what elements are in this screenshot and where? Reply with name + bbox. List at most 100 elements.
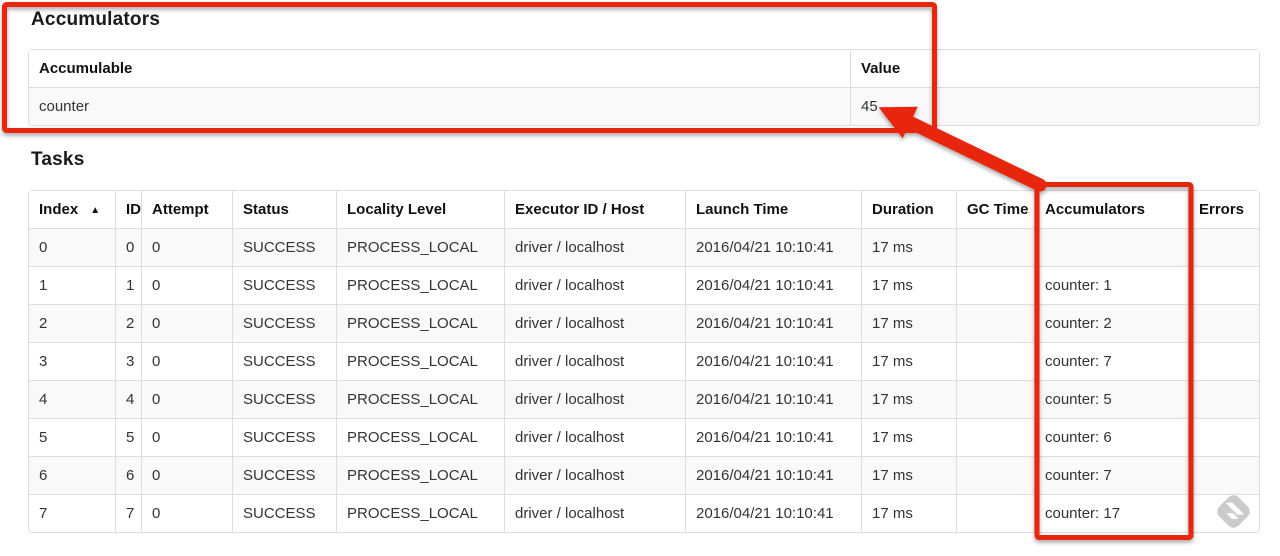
task-gc-time-cell	[956, 228, 1034, 266]
task-executor-cell: driver / localhost	[504, 266, 685, 304]
task-launch-time-cell: 2016/04/21 10:10:41	[685, 342, 861, 380]
task-row: 3 3 0 SUCCESS PROCESS_LOCAL driver / loc…	[29, 342, 1259, 380]
task-gc-time-cell	[956, 456, 1034, 494]
task-index-cell: 6	[29, 456, 115, 494]
task-launch-time-cell: 2016/04/21 10:10:41	[685, 418, 861, 456]
col-header-status[interactable]: Status	[232, 191, 336, 228]
task-attempt-cell: 0	[141, 494, 232, 532]
task-gc-time-cell	[956, 494, 1034, 532]
task-attempt-cell: 0	[141, 456, 232, 494]
task-status-cell: SUCCESS	[232, 228, 336, 266]
col-header-gc-time[interactable]: GC Time	[956, 191, 1034, 228]
task-attempt-cell: 0	[141, 304, 232, 342]
task-status-cell: SUCCESS	[232, 304, 336, 342]
task-locality-level-cell: PROCESS_LOCAL	[336, 266, 504, 304]
task-duration-cell: 17 ms	[861, 342, 956, 380]
task-errors-cell	[1188, 418, 1259, 456]
tasks-table-header-row: Index ▲ ID Attempt Status Locality Level …	[29, 191, 1259, 228]
task-accumulators-cell: counter: 17	[1034, 494, 1188, 532]
task-launch-time-cell: 2016/04/21 10:10:41	[685, 304, 861, 342]
task-executor-cell: driver / localhost	[504, 228, 685, 266]
task-launch-time-cell: 2016/04/21 10:10:41	[685, 266, 861, 304]
col-header-executor-id-host[interactable]: Executor ID / Host	[504, 191, 685, 228]
task-executor-cell: driver / localhost	[504, 494, 685, 532]
col-header-locality-level[interactable]: Locality Level	[336, 191, 504, 228]
task-status-cell: SUCCESS	[232, 456, 336, 494]
col-header-value: Value	[850, 50, 1259, 87]
task-id-cell: 2	[115, 304, 141, 342]
task-row: 6 6 0 SUCCESS PROCESS_LOCAL driver / loc…	[29, 456, 1259, 494]
tasks-table: Index ▲ ID Attempt Status Locality Level …	[28, 190, 1260, 533]
task-errors-cell	[1188, 380, 1259, 418]
task-duration-cell: 17 ms	[861, 304, 956, 342]
task-locality-level-cell: PROCESS_LOCAL	[336, 418, 504, 456]
task-gc-time-cell	[956, 342, 1034, 380]
task-errors-cell	[1188, 228, 1259, 266]
task-launch-time-cell: 2016/04/21 10:10:41	[685, 380, 861, 418]
accumulable-value-cell: 45	[850, 87, 1259, 125]
task-status-cell: SUCCESS	[232, 342, 336, 380]
col-header-launch-time[interactable]: Launch Time	[685, 191, 861, 228]
task-attempt-cell: 0	[141, 380, 232, 418]
task-executor-cell: driver / localhost	[504, 342, 685, 380]
task-attempt-cell: 0	[141, 266, 232, 304]
task-status-cell: SUCCESS	[232, 418, 336, 456]
task-row: 0 0 0 SUCCESS PROCESS_LOCAL driver / loc…	[29, 228, 1259, 266]
task-index-cell: 2	[29, 304, 115, 342]
task-locality-level-cell: PROCESS_LOCAL	[336, 228, 504, 266]
task-locality-level-cell: PROCESS_LOCAL	[336, 380, 504, 418]
tasks-section-heading: Tasks	[31, 149, 85, 170]
task-index-cell: 7	[29, 494, 115, 532]
task-index-cell: 5	[29, 418, 115, 456]
task-id-cell: 6	[115, 456, 141, 494]
task-errors-cell	[1188, 456, 1259, 494]
task-index-cell: 3	[29, 342, 115, 380]
task-executor-cell: driver / localhost	[504, 418, 685, 456]
task-row: 5 5 0 SUCCESS PROCESS_LOCAL driver / loc…	[29, 418, 1259, 456]
task-duration-cell: 17 ms	[861, 266, 956, 304]
task-duration-cell: 17 ms	[861, 380, 956, 418]
task-executor-cell: driver / localhost	[504, 456, 685, 494]
task-attempt-cell: 0	[141, 418, 232, 456]
col-header-accumulable: Accumulable	[29, 50, 850, 87]
task-index-cell: 0	[29, 228, 115, 266]
task-accumulators-cell: counter: 6	[1034, 418, 1188, 456]
task-id-cell: 0	[115, 228, 141, 266]
task-index-cell: 4	[29, 380, 115, 418]
task-status-cell: SUCCESS	[232, 494, 336, 532]
task-id-cell: 7	[115, 494, 141, 532]
task-gc-time-cell	[956, 266, 1034, 304]
col-header-errors[interactable]: Errors	[1188, 191, 1259, 228]
col-header-id[interactable]: ID	[115, 191, 141, 228]
task-locality-level-cell: PROCESS_LOCAL	[336, 456, 504, 494]
task-index-cell: 1	[29, 266, 115, 304]
task-executor-cell: driver / localhost	[504, 380, 685, 418]
task-row: 7 7 0 SUCCESS PROCESS_LOCAL driver / loc…	[29, 494, 1259, 532]
task-accumulators-cell: counter: 1	[1034, 266, 1188, 304]
task-locality-level-cell: PROCESS_LOCAL	[336, 304, 504, 342]
task-accumulators-cell: counter: 7	[1034, 342, 1188, 380]
accumulators-table: Accumulable Value counter 45	[28, 49, 1260, 126]
task-row: 1 1 0 SUCCESS PROCESS_LOCAL driver / loc…	[29, 266, 1259, 304]
task-accumulators-cell: counter: 7	[1034, 456, 1188, 494]
task-id-cell: 1	[115, 266, 141, 304]
col-header-index-label: Index	[39, 201, 79, 218]
task-launch-time-cell: 2016/04/21 10:10:41	[685, 228, 861, 266]
annotation-arrow	[878, 106, 1047, 192]
task-gc-time-cell	[956, 304, 1034, 342]
accumulators-section-heading: Accumulators	[31, 9, 161, 30]
col-header-index[interactable]: Index ▲	[29, 191, 115, 228]
sort-ascending-icon: ▲	[90, 205, 101, 216]
task-status-cell: SUCCESS	[232, 266, 336, 304]
spark-stage-detail-page: Accumulators Accumulable Value counter 4…	[0, 0, 1280, 556]
col-header-duration[interactable]: Duration	[861, 191, 956, 228]
task-errors-cell	[1188, 304, 1259, 342]
task-duration-cell: 17 ms	[861, 494, 956, 532]
task-locality-level-cell: PROCESS_LOCAL	[336, 494, 504, 532]
task-row: 4 4 0 SUCCESS PROCESS_LOCAL driver / loc…	[29, 380, 1259, 418]
task-id-cell: 5	[115, 418, 141, 456]
col-header-accumulators[interactable]: Accumulators	[1034, 191, 1188, 228]
col-header-attempt[interactable]: Attempt	[141, 191, 232, 228]
task-errors-cell	[1188, 342, 1259, 380]
task-locality-level-cell: PROCESS_LOCAL	[336, 342, 504, 380]
